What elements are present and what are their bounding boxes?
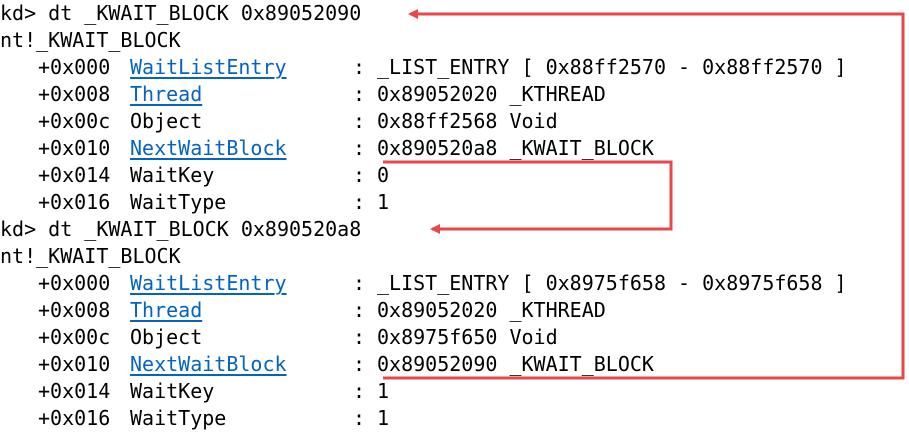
field-offset: +0x016 (38, 190, 111, 214)
field-row: +0x00c Object:0x88ff2568 Void (0, 108, 909, 135)
field-row: +0x016 WaitType:1 (0, 405, 909, 432)
field-value: 0x89052090 _KWAIT_BLOCK (377, 352, 654, 376)
field-offset: +0x00c (38, 325, 111, 349)
field-offset: +0x014 (38, 163, 111, 187)
field-value: _LIST_ENTRY [ 0x8975f658 - 0x8975f658 ] (377, 271, 847, 295)
field-name: WaitKey (130, 163, 215, 187)
field-offset: +0x000 (38, 55, 111, 79)
field-name-link[interactable]: Thread (130, 81, 202, 108)
field-value: _LIST_ENTRY [ 0x88ff2570 - 0x88ff2570 ] (377, 55, 847, 79)
field-name: Object (130, 325, 203, 349)
field-row: +0x008 Thread:0x89052020 _KTHREAD (0, 81, 909, 108)
field-separator: : (353, 190, 366, 214)
field-row: +0x010 NextWaitBlock:0x89052090 _KWAIT_BL… (0, 351, 909, 378)
field-value: 0x88ff2568 Void (377, 109, 558, 133)
field-value: 1 (377, 190, 390, 214)
command-line: kd> dt _KWAIT_BLOCK 0x89052090 (0, 1, 362, 25)
field-separator: : (353, 325, 366, 349)
field-separator: : (353, 352, 366, 376)
field-name-link[interactable]: Thread (130, 297, 202, 324)
type-name: nt!_KWAIT_BLOCK (0, 28, 181, 52)
field-offset: +0x014 (38, 379, 111, 403)
field-separator: : (353, 163, 366, 187)
field-value: 1 (377, 406, 390, 430)
field-name-link[interactable]: WaitListEntry (130, 270, 287, 297)
field-row: +0x008 Thread:0x89052020 _KTHREAD (0, 297, 909, 324)
field-row: +0x00c Object:0x8975f650 Void (0, 324, 909, 351)
field-value: 0x8975f650 Void (377, 325, 558, 349)
field-name: WaitType (130, 190, 227, 214)
field-value: 0x89052020 _KTHREAD (377, 82, 606, 106)
field-row: +0x016 WaitType:1 (0, 189, 909, 216)
field-row: +0x014 WaitKey:0 (0, 162, 909, 189)
command-line: kd> dt _KWAIT_BLOCK 0x890520a8 (0, 217, 362, 241)
field-name: WaitKey (130, 379, 215, 403)
field-separator: : (353, 298, 366, 322)
field-value: 1 (377, 379, 390, 403)
field-offset: +0x00c (38, 109, 111, 133)
field-offset: +0x008 (38, 298, 111, 322)
field-row: +0x000 WaitListEntry: _LIST_ENTRY [ 0x88ff… (0, 54, 909, 81)
type-name: nt!_KWAIT_BLOCK (0, 244, 181, 268)
field-separator: : (353, 406, 366, 430)
field-separator: : (353, 109, 366, 133)
field-name-link[interactable]: NextWaitBlock (130, 135, 287, 162)
field-offset: +0x016 (38, 406, 111, 430)
field-separator: : (353, 82, 366, 106)
field-offset: +0x010 (38, 352, 111, 376)
field-name-link[interactable]: WaitListEntry (130, 54, 287, 81)
field-value: 0x89052020 _KTHREAD (377, 298, 606, 322)
field-row: +0x000 WaitListEntry: _LIST_ENTRY [ 0x8975… (0, 270, 909, 297)
debugger-console: kd> dt _KWAIT_BLOCK 0x89052090 nt!_KWAIT_… (0, 0, 909, 435)
field-name: Object (130, 109, 203, 133)
field-value: 0x890520a8 _KWAIT_BLOCK (377, 136, 654, 160)
field-row: +0x014 WaitKey:1 (0, 378, 909, 405)
field-name: WaitType (130, 406, 227, 430)
field-name-link[interactable]: NextWaitBlock (130, 351, 287, 378)
field-offset: +0x000 (38, 271, 111, 295)
field-separator: : (353, 136, 366, 160)
field-value: 0 (377, 163, 390, 187)
field-separator: : (353, 271, 366, 295)
field-row: +0x010 NextWaitBlock:0x890520a8 _KWAIT_BL… (0, 135, 909, 162)
field-separator: : (353, 55, 366, 79)
field-separator: : (353, 379, 366, 403)
field-offset: +0x008 (38, 82, 111, 106)
field-offset: +0x010 (38, 136, 111, 160)
